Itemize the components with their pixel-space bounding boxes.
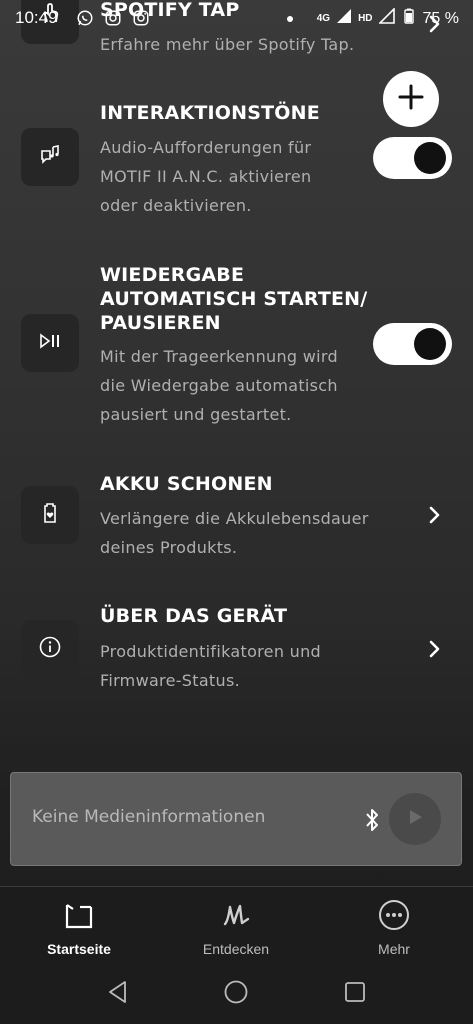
plus-icon <box>396 82 426 116</box>
play-icon <box>405 807 425 831</box>
whatsapp-icon <box>76 9 94 31</box>
status-time: 10:49 <box>15 8 58 27</box>
nav-label: Entdecken <box>202 941 270 957</box>
play-pause-icon <box>38 329 62 357</box>
row-title: ÜBER DAS GERÄT <box>100 605 288 627</box>
media-info-text: Keine Medieninformationen <box>32 807 266 827</box>
battery-heart-icon <box>38 501 62 529</box>
status-bar: 10:49 4G HD 75 % <box>0 0 473 36</box>
nav-mehr[interactable]: Mehr <box>339 899 449 957</box>
system-navigation-bar <box>0 960 473 1024</box>
settings-row-akku-schonen[interactable]: AKKU SCHONEN Verlängere die Akkulebensda… <box>0 472 473 572</box>
more-icon <box>339 899 449 931</box>
info-icon-tile <box>21 620 79 678</box>
recents-icon[interactable] <box>342 979 368 1005</box>
signal-icon <box>336 8 352 29</box>
play-button[interactable] <box>389 793 441 845</box>
nav-entdecken[interactable]: Entdecken <box>181 899 291 957</box>
row-title: AKKU SCHONEN <box>100 473 273 495</box>
chevron-right-icon <box>425 503 445 527</box>
hd-label: HD <box>358 12 373 24</box>
status-indicators: 4G HD 75 % <box>286 7 459 29</box>
network-type: 4G <box>316 12 331 24</box>
row-description: Verlängere die Akkulebensdauer deines Pr… <box>100 509 369 557</box>
nav-label: Mehr <box>378 941 410 957</box>
notification-dot-icon <box>286 15 293 22</box>
play-pause-icon-tile <box>21 314 79 372</box>
settings-row-autoplay[interactable]: WIEDERGABE AUTOMATISCH STARTEN/ PAUSIERE… <box>0 262 473 432</box>
battery-percent: 75 % <box>422 9 459 27</box>
media-player-bar[interactable]: Keine Medieninformationen <box>10 772 462 866</box>
home-icon <box>24 899 134 931</box>
autoplay-toggle[interactable] <box>373 323 452 365</box>
settings-row-ueber-das-geraet[interactable]: ÜBER DAS GERÄT Produktidentifikatoren un… <box>0 604 473 704</box>
battery-icon <box>401 8 417 29</box>
toggle-knob <box>414 142 446 174</box>
row-description: Produktidentifikatoren und Firmware-Stat… <box>100 642 321 690</box>
bluetooth-icon <box>361 807 383 833</box>
bottom-navigation: Startseite Entdecken Mehr <box>0 886 473 960</box>
back-icon[interactable] <box>105 979 131 1005</box>
toggle-knob <box>414 328 446 360</box>
interaktionstoene-toggle[interactable] <box>373 137 452 179</box>
nav-startseite[interactable]: Startseite <box>24 899 134 957</box>
row-description: Audio-Aufforderungen für MOTIF II A.N.C.… <box>100 138 312 215</box>
speech-music-icon <box>38 143 62 171</box>
instagram-icon <box>132 9 150 31</box>
marshall-m-icon <box>181 899 291 931</box>
signal-icon <box>377 7 395 29</box>
add-button[interactable] <box>383 71 439 127</box>
battery-heart-icon-tile <box>21 486 79 544</box>
status-app-icons <box>76 9 150 31</box>
nav-label: Startseite <box>47 941 111 957</box>
home-circle-icon[interactable] <box>223 979 249 1005</box>
speech-music-icon-tile <box>21 128 79 186</box>
chevron-right-icon <box>425 637 445 661</box>
instagram-icon <box>104 9 122 31</box>
row-title: INTERAKTIONSTÖNE <box>100 102 320 124</box>
info-icon <box>38 635 62 663</box>
row-description: Mit der Trageerkennung wird die Wiederga… <box>100 347 338 424</box>
row-title: WIEDERGABE AUTOMATISCH STARTEN/ PAUSIERE… <box>100 264 368 334</box>
